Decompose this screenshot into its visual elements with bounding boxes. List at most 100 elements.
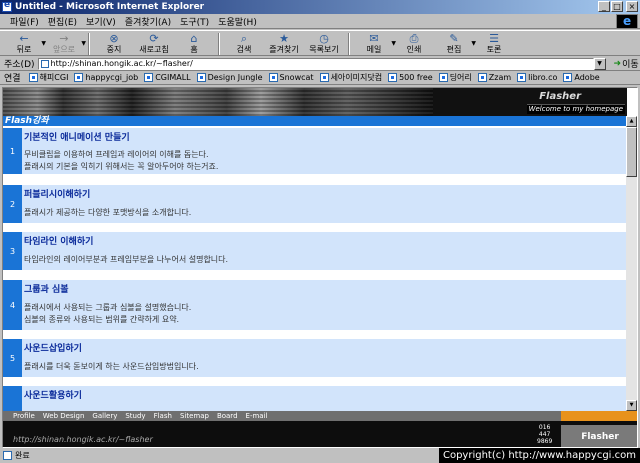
- toolbar-separator: [348, 33, 350, 55]
- link-page-icon: [477, 73, 487, 82]
- link-snowcat[interactable]: Snowcat: [268, 73, 314, 82]
- course-number: 1: [3, 128, 22, 174]
- nav-gallery[interactable]: Gallery: [92, 412, 117, 420]
- status-text: 완료: [15, 451, 30, 460]
- mail-icon: ✉: [369, 32, 379, 45]
- link-500free[interactable]: 500 free: [388, 73, 433, 82]
- section-header: Flash강좌: [3, 116, 627, 126]
- print-icon: ⎙: [409, 32, 419, 45]
- dropdown-arrow-icon[interactable]: ▼: [81, 40, 86, 47]
- scroll-thumb[interactable]: [626, 127, 637, 177]
- course-title-link[interactable]: 사운드활용하기: [24, 388, 82, 401]
- discuss-icon: ☰: [489, 32, 499, 45]
- scroll-up-button[interactable]: ▲: [626, 116, 637, 127]
- nav-sitemap[interactable]: Sitemap: [180, 412, 209, 420]
- go-arrow-icon: ➜: [613, 58, 622, 69]
- footer-phone: 016 447 9869: [537, 424, 553, 445]
- course-title-link[interactable]: 기본적인 애니메이션 만들기: [24, 130, 130, 143]
- address-dropdown-button[interactable]: ▼: [593, 57, 606, 70]
- address-value: http://shinan.hongik.ac.kr/~flasher/: [50, 58, 193, 68]
- page-icon: [40, 59, 49, 68]
- history-button[interactable]: ◷ 목록보기: [306, 31, 342, 57]
- discuss-button[interactable]: ☰ 토론: [476, 31, 512, 57]
- section-title: Flash강좌: [5, 116, 49, 126]
- nav-flash[interactable]: Flash: [154, 412, 172, 420]
- home-button[interactable]: ⌂ 홈: [176, 31, 212, 57]
- menu-tools[interactable]: 도구(T): [180, 15, 209, 28]
- link-happycgi[interactable]: 해피CGI: [28, 72, 68, 83]
- course-desc: 타임라인의 레이어부분과 프레임부분을 나누어서 설명합니다.: [24, 255, 229, 264]
- course-number: 2: [3, 185, 22, 223]
- link-libro[interactable]: libro.co: [517, 73, 557, 82]
- link-zzam[interactable]: Zzam: [477, 73, 511, 82]
- minimize-button[interactable]: _: [598, 1, 610, 12]
- vertical-scrollbar[interactable]: ▲ ▼: [626, 116, 637, 411]
- page-viewport: Flasher Welcome to my homepage Flash강좌 1…: [2, 87, 638, 448]
- close-button[interactable]: ×: [626, 1, 638, 12]
- address-input[interactable]: http://shinan.hongik.ac.kr/~flasher/: [37, 57, 594, 70]
- links-label: 연결: [4, 74, 21, 84]
- course-item: 3 타임라인 이해하기 타임라인의 레이어부분과 프레임부분을 나누어서 설명합…: [3, 232, 627, 270]
- menu-help[interactable]: 도움말(H): [218, 15, 257, 28]
- course-item: 1 기본적인 애니메이션 만들기 무비클립을 이용하여 프레임과 레이어의 이해…: [3, 128, 627, 174]
- link-image[interactable]: 세아이미지닷컴: [319, 72, 382, 83]
- scroll-down-button[interactable]: ▼: [626, 400, 637, 411]
- menu-view[interactable]: 보기(V): [86, 15, 116, 28]
- course-item: 5 사운드삽입하기 플래시를 더욱 돋보이게 하는 사운드삽입방법입니다.: [3, 339, 627, 377]
- course-title-link[interactable]: 그룹과 심볼: [24, 282, 69, 295]
- nav-study[interactable]: Study: [125, 412, 145, 420]
- window-title: Untitled - Microsoft Internet Explorer: [15, 2, 205, 12]
- favorites-button[interactable]: ★ 즐겨찾기: [266, 31, 302, 57]
- address-bar: 주소(D) http://shinan.hongik.ac.kr/~flashe…: [0, 57, 640, 71]
- ie-throbber-icon: [616, 14, 638, 29]
- site-footer: http://shinan.hongik.ac.kr/~flasher 016 …: [3, 421, 637, 447]
- edit-button[interactable]: ✎ 편집 ▼: [436, 31, 476, 57]
- course-desc: 플래시가 제공하는 다양한 포맷방식을 소개합니다.: [24, 208, 192, 217]
- nav-web-design[interactable]: Web Design: [43, 412, 85, 420]
- link-dingeori[interactable]: 딩어리: [438, 72, 472, 83]
- site-brand: Flasher: [539, 91, 581, 102]
- search-button[interactable]: ⌕ 검색: [226, 31, 262, 57]
- link-happycgi-job[interactable]: happycgi_job: [74, 73, 138, 82]
- course-number: [3, 386, 22, 411]
- maximize-button[interactable]: □: [611, 1, 623, 12]
- course-desc: 플래시에서 사용되는 그룹과 심볼을 설명했습니다.: [24, 303, 192, 312]
- menu-file[interactable]: 파일(F): [10, 15, 39, 28]
- toolbar-separator: [88, 33, 90, 55]
- forward-button[interactable]: → 앞으로 ▼: [46, 31, 86, 57]
- course-desc: 심볼의 종류와 사용되는 범위를 간략하게 요약.: [24, 315, 180, 324]
- site-tagline: Welcome to my homepage: [527, 104, 625, 114]
- links-bar: 연결 해피CGI happycgi_job CGIMALL Design Jun…: [0, 71, 640, 85]
- link-page-icon: [268, 73, 278, 82]
- link-page-icon: [144, 73, 154, 82]
- course-title-link[interactable]: 타임라인 이해하기: [24, 234, 93, 247]
- link-page-icon: [28, 73, 38, 82]
- nav-accent-bar: [561, 411, 637, 421]
- course-item: 4 그룹과 심볼 플래시에서 사용되는 그룹과 심볼을 설명했습니다. 심볼의 …: [3, 280, 627, 330]
- nav-profile[interactable]: Profile: [13, 412, 35, 420]
- link-design-jungle[interactable]: Design Jungle: [196, 73, 263, 82]
- course-title-link[interactable]: 퍼블리시이해하기: [24, 187, 90, 200]
- link-adobe[interactable]: Adobe: [563, 73, 600, 82]
- link-page-icon: [388, 73, 398, 82]
- toolbar-separator: [218, 33, 220, 55]
- go-button[interactable]: ➜ 이동: [613, 57, 639, 71]
- link-page-icon: [196, 73, 206, 82]
- menu-edit[interactable]: 편집(E): [48, 15, 77, 28]
- history-icon: ◷: [319, 32, 329, 45]
- link-page-icon: [438, 73, 448, 82]
- refresh-button[interactable]: ⟳ 새로고침: [136, 31, 172, 57]
- stop-button[interactable]: ⊗ 중지: [96, 31, 132, 57]
- print-button[interactable]: ⎙ 인쇄: [396, 31, 432, 57]
- header-banner: Flasher Welcome to my homepage: [3, 88, 627, 116]
- home-icon: ⌂: [190, 32, 198, 45]
- nav-board[interactable]: Board: [217, 412, 238, 420]
- banner-photo: [3, 88, 433, 116]
- back-button[interactable]: ← 뒤로 ▼: [6, 31, 46, 57]
- nav-email[interactable]: E-mail: [246, 412, 268, 420]
- menu-favorites[interactable]: 즐겨찾기(A): [125, 15, 171, 28]
- link-cgimall[interactable]: CGIMALL: [144, 73, 191, 82]
- mail-button[interactable]: ✉ 메일 ▼: [356, 31, 396, 57]
- course-title-link[interactable]: 사운드삽입하기: [24, 341, 82, 354]
- course-item: 2 퍼블리시이해하기 플래시가 제공하는 다양한 포맷방식을 소개합니다.: [3, 185, 627, 223]
